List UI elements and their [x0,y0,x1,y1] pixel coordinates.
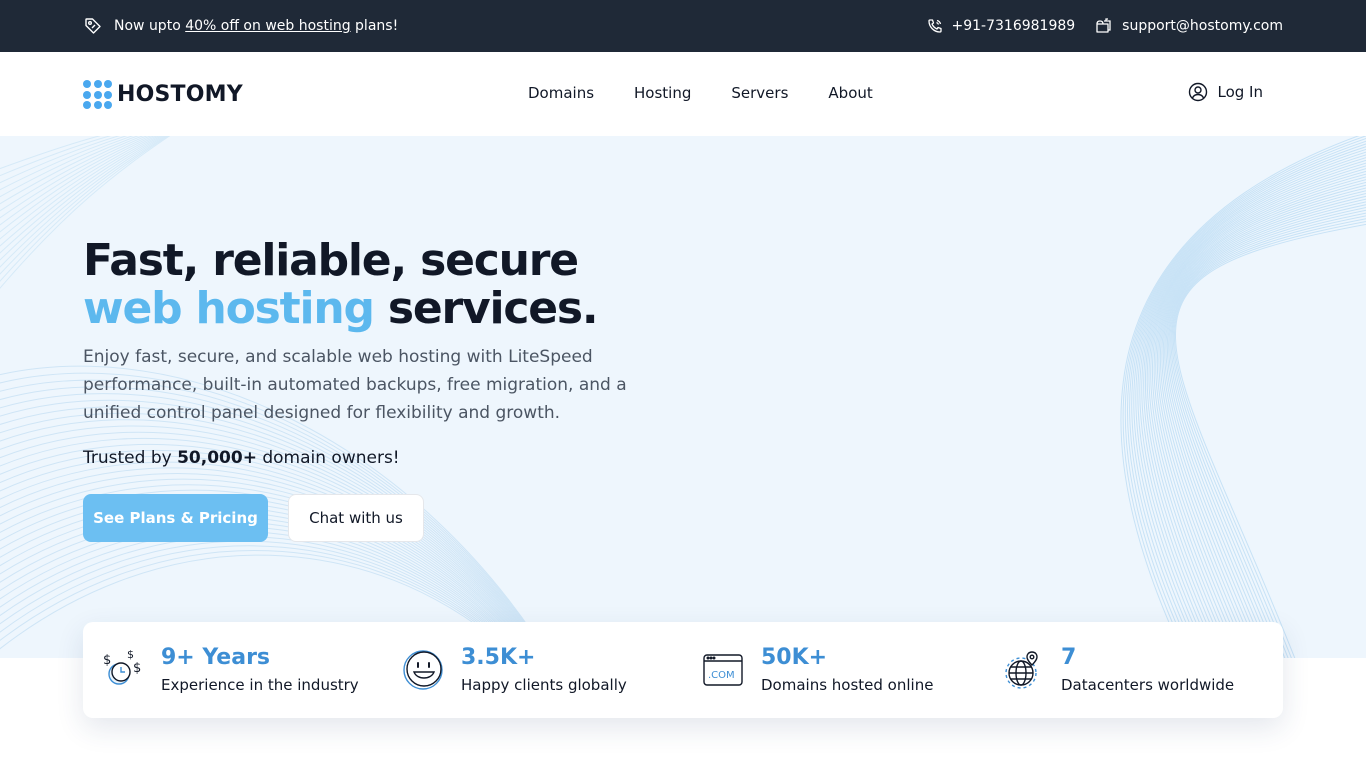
nav-domains[interactable]: Domains [528,84,594,102]
stat-value: 7 [1061,645,1077,670]
phone-number: +91-7316981989 [951,18,1076,34]
login-button[interactable]: Log In [1188,82,1264,102]
chat-with-us-button[interactable]: Chat with us [288,494,424,542]
user-circle-icon [1188,82,1207,102]
contact-info: +91-7316981989 support@hostomy.com [927,16,1283,36]
headline-rest: services. [373,283,599,334]
main-nav: Domains Hosting Servers About [528,84,873,102]
stat-label: Experience in the industry [161,676,359,694]
stat-label: Datacenters worldwide [1061,676,1235,694]
trusted-prefix: Trusted by [83,448,178,468]
svg-text:$: $ [103,653,111,668]
stat-clients: 3.5K+ Happy clients globally [401,622,627,718]
stat-label: Domains hosted online [761,676,934,694]
email-link[interactable]: support@hostomy.com [1095,18,1283,34]
stat-label: Happy clients globally [461,676,627,694]
money-clock-icon: $ $ $ [101,648,145,692]
logo-text: HOSTOMY [117,82,243,107]
domain-com-icon: .COM [701,648,745,692]
phone-icon [927,19,942,33]
promo-prefix: Now upto [114,18,186,34]
stat-value: 3.5K+ [461,645,536,670]
site-logo[interactable]: HOSTOMY [83,80,243,109]
globe-pin-icon [1001,648,1045,692]
nav-hosting[interactable]: Hosting [634,84,691,102]
nav-servers[interactable]: Servers [731,84,788,102]
trusted-count: 50,000+ [177,448,257,468]
logo-mark [83,80,112,109]
stat-experience: $ $ $ 9+ Years Experience in the industr… [101,622,359,718]
trusted-by-text: Trusted by 50,000+ domain owners! [83,448,400,468]
promo-message: Now upto 40% off on web hosting plans! [83,16,398,36]
headline-line-1: Fast, reliable, secure [83,235,579,286]
trusted-suffix: domain owners! [256,448,400,468]
main-header: HOSTOMY Domains Hosting Servers About Lo… [0,52,1366,136]
stat-datacenters: 7 Datacenters worldwide [1001,622,1234,718]
phone-link[interactable]: +91-7316981989 [927,18,1076,34]
nav-about[interactable]: About [828,84,872,102]
tag-icon [85,18,101,34]
mailbox-icon [1096,18,1111,33]
login-label: Log In [1217,83,1264,101]
headline-line-2: web hosting services. [83,283,599,334]
stats-card: $ $ $ 9+ Years Experience in the industr… [83,622,1283,718]
stat-value: 50K+ [761,645,828,670]
top-announcement-bar: Now upto 40% off on web hosting plans! +… [0,0,1366,52]
svg-text:.COM: .COM [708,670,735,681]
svg-text:$: $ [127,648,134,661]
stat-domains: .COM 50K+ Domains hosted online [701,622,933,718]
hero-headline: Fast, reliable, secure web hosting servi… [83,235,599,334]
headline-accent: web hosting [83,283,375,334]
email-address: support@hostomy.com [1122,18,1283,34]
promo-link[interactable]: 40% off on web hosting [185,18,350,34]
svg-text:$: $ [133,661,141,676]
smiley-icon [401,648,445,692]
promo-suffix: plans! [350,18,399,34]
see-plans-button[interactable]: See Plans & Pricing [83,494,268,542]
hero-description: Enjoy fast, secure, and scalable web hos… [83,347,627,423]
stat-value: 9+ Years [161,645,271,670]
